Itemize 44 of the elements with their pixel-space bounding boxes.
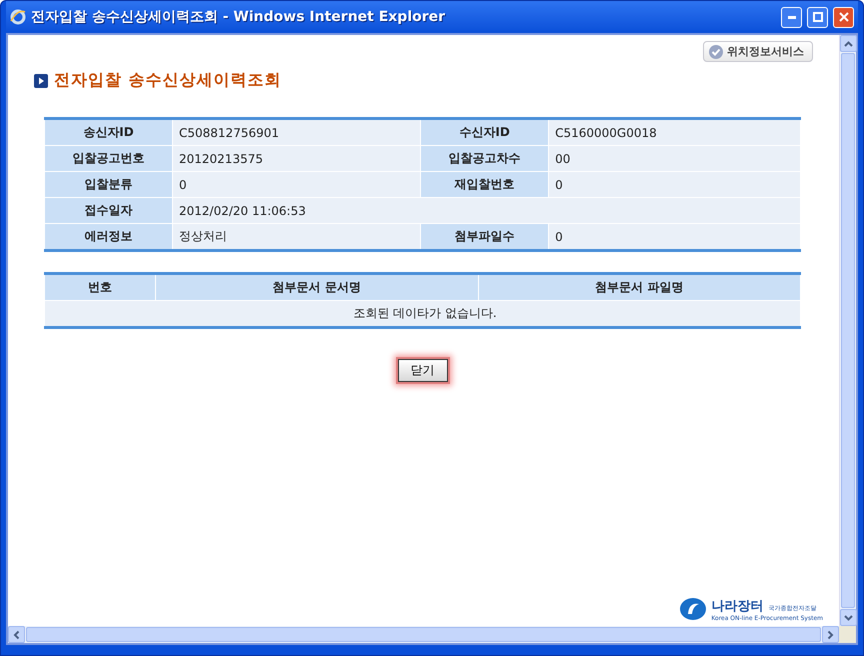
column-header: 첨부문서 파일명 <box>478 274 800 300</box>
browser-icon <box>10 9 26 25</box>
page-title: 전자입찰 송수신상세이력조회 <box>54 70 282 91</box>
field-value: 00 <box>548 146 800 172</box>
field-value: 0 <box>548 172 800 198</box>
scroll-right-button[interactable] <box>822 626 839 643</box>
column-header: 번호 <box>44 274 156 300</box>
field-label: 재입찰번호 <box>420 172 549 198</box>
column-header: 첨부문서 문서명 <box>156 274 478 300</box>
maximize-icon <box>812 12 822 22</box>
chevron-icon <box>844 614 853 620</box>
minimize-icon <box>788 16 796 18</box>
chevron-icon <box>844 40 853 46</box>
field-label: 입찰공고번호 <box>44 146 172 172</box>
minimize-button[interactable] <box>781 6 802 28</box>
field-value: C508812756901 <box>172 118 421 146</box>
field-value: 2012/02/20 11:06:53 <box>172 198 800 224</box>
close-icon <box>838 12 848 22</box>
close-button[interactable] <box>833 6 854 28</box>
field-value: C5160000G0018 <box>548 118 800 146</box>
chevron-icon <box>14 630 20 639</box>
empty-message: 조회된 데이타가 없습니다. <box>44 300 800 328</box>
scroll-up-button[interactable] <box>840 35 857 52</box>
window-title: 전자입찰 송수신상세이력조회 - Windows Internet Explorer <box>31 8 446 26</box>
field-label: 수신자ID <box>420 118 549 146</box>
field-label: 첨부파일수 <box>420 224 549 250</box>
scroll-down-button[interactable] <box>840 609 857 626</box>
scroll-left-button[interactable] <box>8 626 25 643</box>
maximize-button[interactable] <box>807 6 828 28</box>
field-value: 0 <box>548 224 800 250</box>
checkmark-icon <box>709 44 723 58</box>
field-label: 송신자ID <box>44 118 172 146</box>
field-label: 에러정보 <box>44 224 172 250</box>
field-label: 접수일자 <box>44 198 172 224</box>
logo-name: 나라장터 <box>711 599 764 614</box>
field-value: 20120213575 <box>172 146 421 172</box>
location-service-button[interactable]: 위치정보서비스 <box>703 41 813 62</box>
logo-icon <box>679 596 708 620</box>
close-dialog-button[interactable]: 닫기 <box>398 359 448 382</box>
field-label: 입찰공고차수 <box>420 146 549 172</box>
chevron-icon <box>828 630 834 639</box>
field-label: 입찰분류 <box>44 172 172 198</box>
field-value: 정상처리 <box>172 224 421 250</box>
field-value: 0 <box>172 172 421 198</box>
